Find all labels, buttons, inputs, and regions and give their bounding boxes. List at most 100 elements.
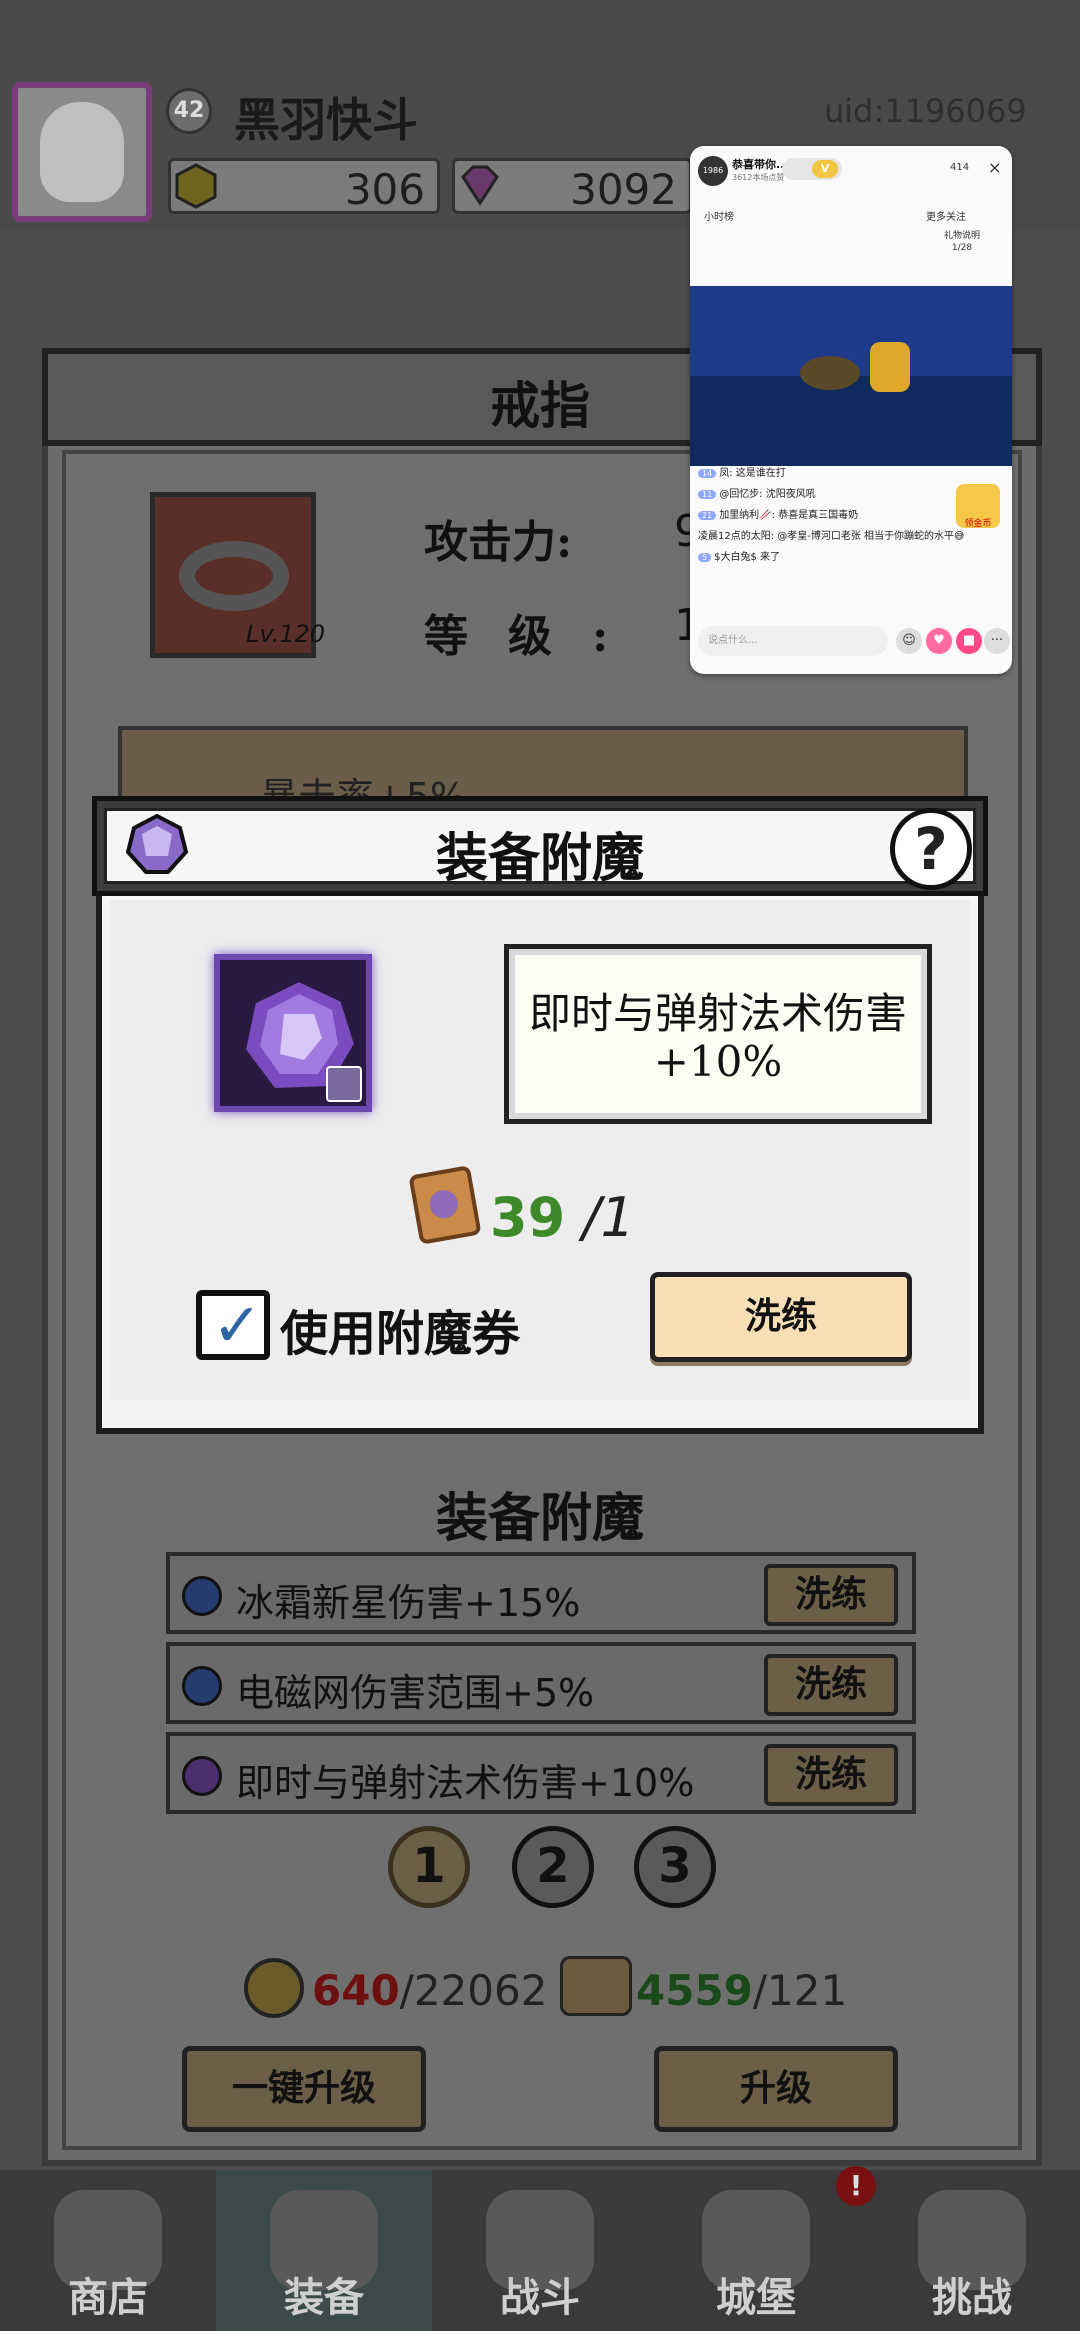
enchant-row: 即时与弹射法术伤害+10% 洗练 bbox=[166, 1732, 916, 1814]
chat-text: 凤: 这是谁在打 bbox=[719, 468, 786, 479]
avatar[interactable] bbox=[12, 82, 152, 222]
page-tab-2[interactable]: 2 bbox=[512, 1826, 594, 1908]
enchant-crystal-icon[interactable] bbox=[214, 954, 372, 1112]
help-button[interactable]: ? bbox=[890, 808, 972, 890]
ring-bonus-scroll bbox=[118, 726, 968, 806]
attack-label: 攻击力: bbox=[424, 517, 573, 568]
stream-chat-input[interactable]: 说点什么... bbox=[698, 626, 888, 656]
player-level-badge: 42 bbox=[166, 88, 212, 134]
nav-castle[interactable]: 城堡 bbox=[648, 2170, 864, 2331]
stream-avatar[interactable]: 1986 bbox=[698, 156, 728, 186]
stream-gift-info[interactable]: 礼物说明 1/28 bbox=[944, 230, 980, 254]
stream-chat: 14 凤: 这是谁在打 11 @回忆步: 沈阳夜风吼 21 加里纳利🥢: 恭喜是真三国… bbox=[698, 464, 968, 569]
coin-need: /22062 bbox=[399, 1966, 548, 2015]
chat-badge: 14 bbox=[698, 469, 717, 478]
player-name: 黑羽快斗 bbox=[234, 93, 418, 147]
gem-amount: 3092 bbox=[570, 165, 677, 214]
upgrade-button[interactable]: 升级 bbox=[654, 2046, 898, 2132]
chat-badge: 11 bbox=[698, 490, 717, 499]
use-ticket-checkbox[interactable]: ✓ bbox=[196, 1290, 270, 1360]
enchant-description: 即时与弹射法术伤害+10% bbox=[528, 989, 907, 1086]
notification-badge: ! bbox=[836, 2166, 876, 2206]
level-label: 等级: bbox=[424, 611, 649, 662]
nav-label: 城堡 bbox=[716, 2274, 796, 2321]
scroll-cost: 4559/121 bbox=[636, 1966, 847, 2015]
stream-close-button[interactable]: × bbox=[988, 158, 1001, 177]
page-tab-3[interactable]: 3 bbox=[634, 1826, 716, 1908]
stream-channel-sub: 3612本场点赞 bbox=[732, 173, 785, 182]
emoji-icon[interactable]: ☺ bbox=[896, 628, 922, 654]
nav-label: 战斗 bbox=[500, 2274, 580, 2321]
player-uid: uid:1196069 bbox=[824, 92, 1027, 130]
turtle-sprite bbox=[800, 356, 860, 390]
gem-icon bbox=[461, 165, 499, 206]
nav-label: 装备 bbox=[284, 2274, 364, 2321]
chat-line: 5 $大白兔$ 来了 bbox=[698, 548, 968, 563]
nav-challenge[interactable]: 挑战 bbox=[864, 2170, 1080, 2331]
chat-text: $大白兔$ 来了 bbox=[714, 552, 780, 563]
page-tab-1[interactable]: 1 bbox=[388, 1826, 470, 1908]
v-icon: V bbox=[812, 160, 838, 178]
gold-coin-icon bbox=[175, 163, 217, 209]
gold-counter[interactable]: 306 bbox=[168, 158, 440, 214]
gift-progress: 1/28 bbox=[951, 243, 973, 253]
chat-text: @回忆步: 沈阳夜风吼 bbox=[719, 489, 816, 500]
blue-gem-icon bbox=[182, 1666, 222, 1706]
locked-tag-icon bbox=[326, 1066, 362, 1102]
stream-viewers: 414 bbox=[950, 162, 970, 173]
reroll-button[interactable]: 洗练 bbox=[764, 1654, 898, 1716]
coin-cost: 640/22062 bbox=[312, 1966, 547, 2015]
reroll-button[interactable]: 洗练 bbox=[764, 1744, 898, 1806]
gold-amount: 306 bbox=[344, 165, 425, 214]
ticket-have: 39 bbox=[490, 1186, 566, 1249]
live-stream-overlay[interactable]: 1986 恭喜带你... 3612本场点赞 V 414 × 小时榜 更多关注 礼… bbox=[690, 146, 1012, 674]
coin-have: 640 bbox=[312, 1966, 400, 2015]
chat-line: 21 加里纳利🥢: 恭喜是真三国毒奶 bbox=[698, 506, 968, 521]
enchant-text: 电磁网伤害范围+5% bbox=[236, 1671, 595, 1715]
nav-shop[interactable]: 商店 bbox=[0, 2170, 216, 2331]
enchant-row: 冰霜新星伤害+15% 洗练 bbox=[166, 1552, 916, 1634]
ticket-count: 39 /1 bbox=[490, 1186, 635, 1249]
upgrade-coin-icon bbox=[244, 1958, 304, 2018]
gift-label: 礼物说明 bbox=[944, 231, 981, 241]
enchant-text: 冰霜新星伤害+15% bbox=[236, 1581, 581, 1625]
enchant-row: 电磁网伤害范围+5% 洗练 bbox=[166, 1642, 916, 1724]
stream-channel-name: 恭喜带你... bbox=[732, 158, 789, 171]
nav-label: 商店 bbox=[68, 2274, 148, 2321]
chat-badge: 5 bbox=[698, 553, 712, 562]
chat-line: 凌晨12点的太阳: @孝皇-博河口老张 相当于你蹦蛇的水平😅 bbox=[698, 527, 968, 542]
purple-gem-icon bbox=[182, 1756, 222, 1796]
stream-more-follow[interactable]: 更多关注 bbox=[926, 208, 966, 223]
enchant-text: 即时与弹射法术伤害+10% bbox=[236, 1761, 695, 1805]
nav-equipment[interactable]: 装备 bbox=[216, 2170, 432, 2331]
nav-label: 挑战 bbox=[932, 2274, 1012, 2321]
chat-text: 加里纳利🥢: 恭喜是真三国毒奶 bbox=[719, 510, 859, 521]
chat-text: 凌晨12点的太阳: @孝皇-博河口老张 相当于你蹦蛇的水平😅 bbox=[698, 531, 965, 542]
reroll-button[interactable]: 洗练 bbox=[764, 1564, 898, 1626]
upgrade-all-button[interactable]: 一键升级 bbox=[182, 2046, 426, 2132]
blue-gem-icon bbox=[182, 1576, 222, 1616]
dialog-reroll-button[interactable]: 洗练 bbox=[650, 1272, 912, 1362]
chat-line: 11 @回忆步: 沈阳夜风吼 bbox=[698, 485, 968, 500]
upgrade-scroll-icon bbox=[560, 1956, 632, 2016]
stream-video[interactable] bbox=[690, 286, 1012, 466]
hero-sprite bbox=[870, 342, 910, 392]
use-ticket-label[interactable]: 使用附魔券 bbox=[280, 1294, 520, 1364]
enchant-ticket-icon bbox=[408, 1165, 482, 1245]
stream-coin-button[interactable]: 领金币 bbox=[956, 484, 1000, 529]
heart-icon[interactable]: ♥ bbox=[926, 628, 952, 654]
gem-counter[interactable]: 3092 bbox=[452, 158, 692, 214]
ticket-need: /1 bbox=[582, 1186, 635, 1249]
scroll-need: /121 bbox=[752, 1966, 848, 2015]
chat-badge: 21 bbox=[698, 511, 717, 520]
ring-item-level: Lv.120 bbox=[246, 620, 326, 648]
enchant-section-title: 装备附魔 bbox=[435, 1488, 644, 1549]
stream-follow-button[interactable]: V bbox=[782, 158, 842, 180]
chat-line: 14 凤: 这是谁在打 bbox=[698, 464, 968, 479]
more-button[interactable]: ··· bbox=[984, 628, 1010, 654]
gift-icon[interactable]: ■ bbox=[956, 628, 982, 654]
nav-battle[interactable]: 战斗 bbox=[432, 2170, 648, 2331]
checkmark-icon: ✓ bbox=[212, 1291, 263, 1361]
scroll-have: 4559 bbox=[636, 1966, 753, 2015]
stream-hour-rank[interactable]: 小时榜 bbox=[704, 208, 734, 223]
